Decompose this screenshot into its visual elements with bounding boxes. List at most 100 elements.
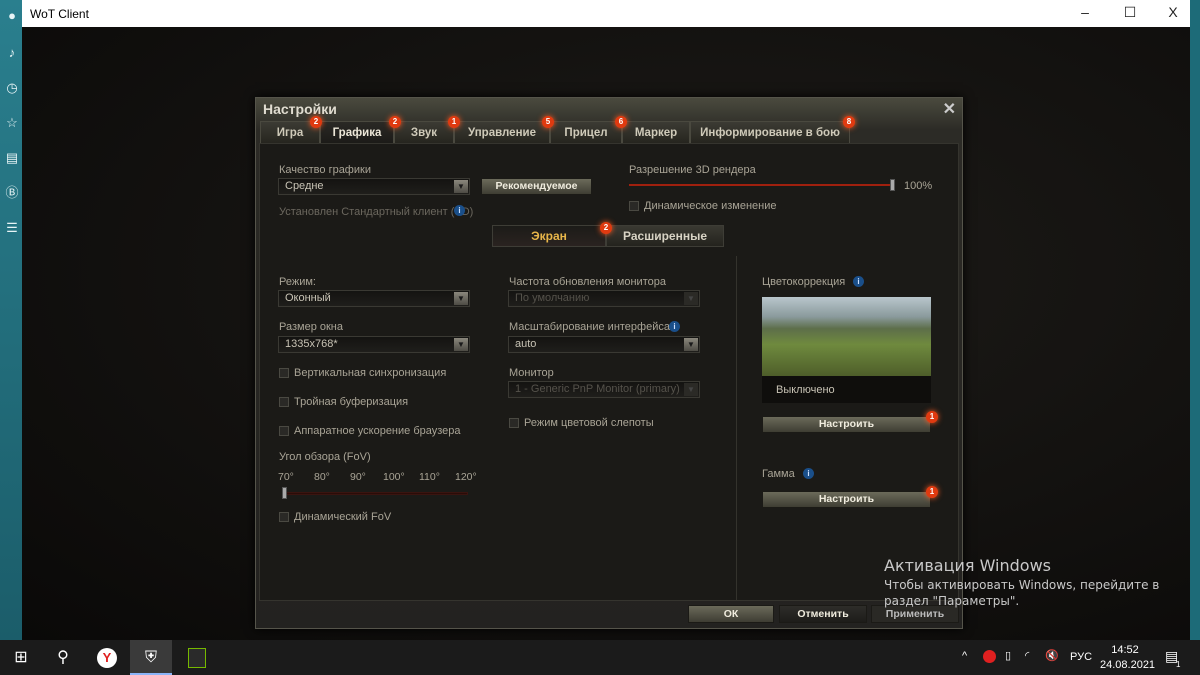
volume-mute-icon[interactable]: 🔇 xyxy=(1045,649,1059,662)
close-window-button[interactable]: X xyxy=(1158,4,1188,24)
landscape-image xyxy=(762,297,931,376)
dynamic-fov-checkbox[interactable] xyxy=(279,512,289,522)
chevron-down-icon: ▼ xyxy=(684,383,698,396)
search-icon[interactable]: ⚲ xyxy=(42,640,84,675)
wifi-icon[interactable]: ◜ xyxy=(1025,649,1029,662)
render-slider-handle[interactable] xyxy=(890,179,895,191)
quality-select[interactable]: Средне ▼ xyxy=(278,178,470,195)
tab-label: Управление xyxy=(468,127,536,139)
window-size-select[interactable]: 1335x768* ▼ xyxy=(278,336,470,353)
tab-battle-info[interactable]: Информирование в бою xyxy=(690,121,850,143)
ok-button[interactable]: ОК xyxy=(688,605,774,623)
tab-graphics[interactable]: Графика xyxy=(320,121,394,143)
minimize-button[interactable]: – xyxy=(1070,4,1100,24)
dynamic-render-checkbox[interactable] xyxy=(629,201,639,211)
dialog-title: Настройки xyxy=(263,101,337,117)
color-state: Выключено xyxy=(776,384,835,396)
fov-tick: 70° xyxy=(278,471,294,483)
browser-icon[interactable]: Ⓑ xyxy=(4,185,20,201)
triple-buffer-label: Тройная буферизация xyxy=(294,396,409,408)
fov-slider-track[interactable] xyxy=(282,492,468,495)
tab-controls[interactable]: Управление xyxy=(454,121,550,143)
notification-count: 1 xyxy=(1176,660,1181,669)
antivirus-icon[interactable] xyxy=(983,650,996,663)
chevron-up-icon[interactable]: ^ xyxy=(962,650,967,662)
tab-badge: 1 xyxy=(448,116,460,128)
tab-sight[interactable]: Прицел xyxy=(550,121,622,143)
tab-label: Информирование в бою xyxy=(700,127,840,139)
clock-icon[interactable]: ◷ xyxy=(4,80,20,96)
tab-marker[interactable]: Маркер xyxy=(622,121,690,143)
hw-browser-label: Аппаратное ускорение браузера xyxy=(294,425,461,437)
render-slider-track[interactable] xyxy=(629,184,893,186)
activation-title: Активация Windows xyxy=(884,556,1051,575)
tab-badge: 5 xyxy=(542,116,554,128)
monitor-label: Монитор xyxy=(509,367,554,379)
wot-taskbar-icon[interactable]: ⛨ xyxy=(130,640,172,675)
yandex-browser-icon[interactable]: Y xyxy=(86,640,128,675)
tab-badge: 2 xyxy=(310,116,322,128)
tab-label: Графика xyxy=(332,127,382,139)
cancel-button[interactable]: Отменить xyxy=(779,605,867,623)
avatar-icon[interactable]: ● xyxy=(4,8,20,24)
battery-icon[interactable]: ▯ xyxy=(1005,649,1011,662)
gamma-configure-button[interactable]: Настроить xyxy=(762,491,931,508)
ui-scale-label: Масштабирование интерфейса xyxy=(509,321,670,333)
info-icon[interactable]: i xyxy=(803,468,814,479)
dynamic-render-label: Динамическое изменение xyxy=(644,200,777,212)
select-value: По умолчанию xyxy=(515,292,590,304)
select-value: 1335x768* xyxy=(285,338,338,350)
info-icon[interactable]: i xyxy=(669,321,680,332)
tab-badge: 6 xyxy=(615,116,627,128)
close-icon[interactable]: ✕ xyxy=(943,99,956,119)
chevron-down-icon: ▼ xyxy=(454,292,468,305)
language-indicator[interactable]: РУС xyxy=(1070,651,1092,663)
vsync-label: Вертикальная синхронизация xyxy=(294,367,447,379)
recommended-button[interactable]: Рекомендуемое xyxy=(481,178,592,195)
title-bar: WoT Client – ☐ X xyxy=(22,0,1190,27)
fov-tick: 80° xyxy=(314,471,330,483)
tab-sound[interactable]: Звук xyxy=(394,121,454,143)
window-size-label: Размер окна xyxy=(279,321,343,333)
tab-badge: 8 xyxy=(843,116,855,128)
chevron-down-icon: ▼ xyxy=(684,338,698,351)
fov-tick: 120° xyxy=(455,471,477,483)
nvidia-icon[interactable] xyxy=(176,640,218,675)
tab-label: Игра xyxy=(276,127,304,139)
vsync-checkbox[interactable] xyxy=(279,368,289,378)
triple-buffer-checkbox[interactable] xyxy=(279,397,289,407)
star-icon[interactable]: ☆ xyxy=(4,115,20,131)
subtab-label: Экран xyxy=(531,229,567,243)
colorblind-checkbox[interactable] xyxy=(509,418,519,428)
windows-activation-watermark: Активация Windows Чтобы активировать Win… xyxy=(884,556,1159,608)
info-icon[interactable]: i xyxy=(454,205,465,216)
maximize-button[interactable]: ☐ xyxy=(1115,4,1145,24)
subtab-advanced[interactable]: Расширенные xyxy=(606,225,724,247)
windows-start-icon[interactable]: ⊞ xyxy=(0,640,42,675)
column-divider xyxy=(736,256,737,601)
mode-select[interactable]: Оконный ▼ xyxy=(278,290,470,307)
client-note: Установлен Стандартный клиент (SD) xyxy=(279,206,474,218)
clock[interactable]: 14:52 24.08.2021 xyxy=(1100,644,1156,671)
list-icon[interactable]: ☰ xyxy=(4,220,20,236)
refresh-label: Частота обновления монитора xyxy=(509,276,666,288)
hw-browser-checkbox[interactable] xyxy=(279,426,289,436)
news-icon[interactable]: ▤ xyxy=(4,150,20,166)
desktop-left-strip: ● ♪ ◷ ☆ ▤ Ⓑ ☰ xyxy=(0,0,22,640)
render-value: 100% xyxy=(904,180,933,192)
refresh-select[interactable]: По умолчанию ▼ xyxy=(508,290,700,307)
subtab-label: Расширенные xyxy=(623,229,707,243)
select-value: Оконный xyxy=(285,292,331,304)
chevron-down-icon: ▼ xyxy=(684,292,698,305)
color-configure-button[interactable]: Настроить xyxy=(762,416,931,433)
time: 14:52 xyxy=(1111,644,1139,656)
monitor-select[interactable]: 1 - Generic PnP Monitor (primary) ▼ xyxy=(508,381,700,398)
subtab-screen[interactable]: Экран xyxy=(492,225,606,247)
date: 24.08.2021 xyxy=(1100,659,1156,671)
fov-slider-handle[interactable] xyxy=(282,487,287,499)
info-icon[interactable]: i xyxy=(853,276,864,287)
bell-icon[interactable]: ♪ xyxy=(4,45,20,61)
ui-scale-select[interactable]: auto ▼ xyxy=(508,336,700,353)
fov-label: Угол обзора (FoV) xyxy=(279,451,371,463)
taskbar: ⊞ ⚲ Y ⛨ ^ ▯ ◜ 🔇 РУС 14:52 24.08.2021 ▤ 1 xyxy=(0,640,1200,675)
